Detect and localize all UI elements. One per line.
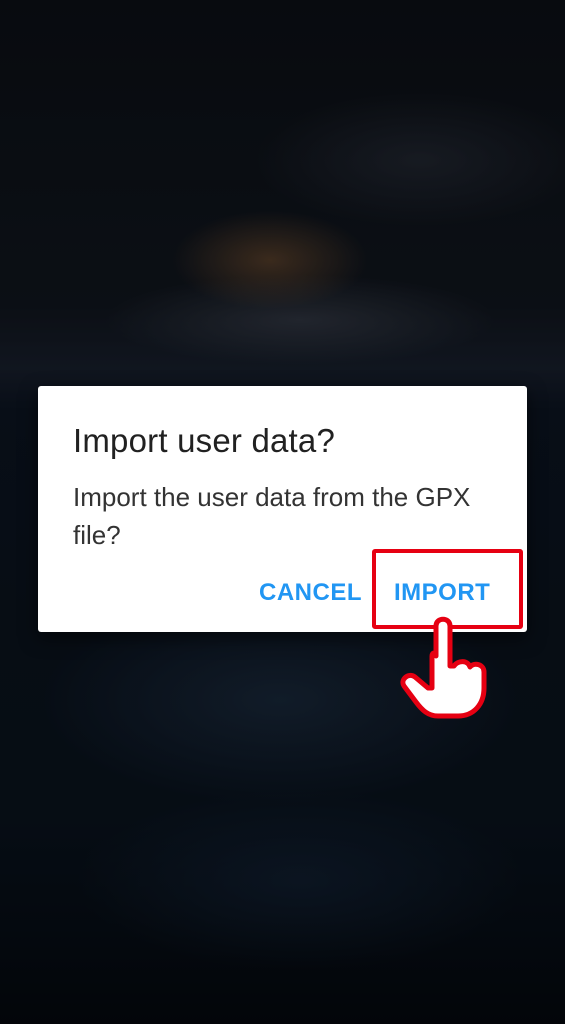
dialog-actions: CANCEL IMPORT xyxy=(38,570,527,616)
import-button[interactable]: IMPORT xyxy=(384,570,500,616)
dialog-message: Import the user data from the GPX file? xyxy=(73,482,471,550)
dialog-title: Import user data? xyxy=(73,422,336,459)
import-dialog: Import user data? Import the user data f… xyxy=(38,386,527,632)
cancel-button[interactable]: CANCEL xyxy=(249,570,372,616)
screen: Import user data? Import the user data f… xyxy=(0,0,565,1024)
